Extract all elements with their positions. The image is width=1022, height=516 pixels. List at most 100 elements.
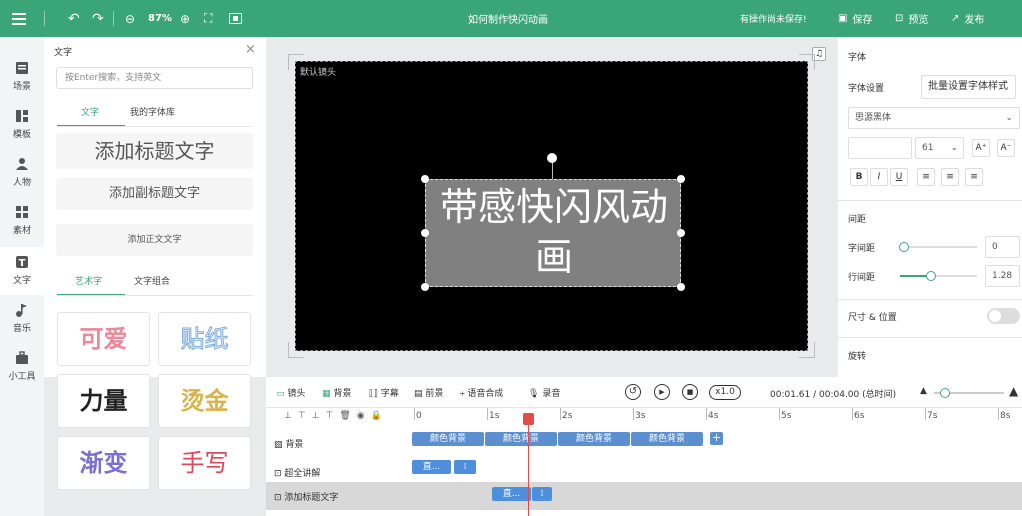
ruler-tick xyxy=(779,408,780,420)
redo-icon[interactable]: ↷ xyxy=(92,0,104,37)
art-text-item[interactable]: 烫金 xyxy=(158,374,251,428)
undo-icon[interactable]: ↶ xyxy=(68,0,80,37)
playhead-handle[interactable] xyxy=(523,413,534,425)
svg-text:T: T xyxy=(19,258,26,269)
close-icon[interactable]: × xyxy=(245,42,256,57)
nav-material[interactable]: 素材 xyxy=(0,197,44,245)
resize-handle[interactable] xyxy=(421,283,429,291)
resize-handle[interactable] xyxy=(677,175,685,183)
tab-text-combo[interactable]: 文字组合 xyxy=(134,274,170,287)
background-clip[interactable]: 颜色背景 xyxy=(631,432,703,446)
color-picker[interactable] xyxy=(848,137,912,159)
text-clip[interactable]: 直... xyxy=(412,460,451,474)
resize-handle[interactable] xyxy=(677,283,685,291)
tool-record[interactable]: 🎙 录音 xyxy=(528,386,560,399)
tool-tts[interactable]: ⧾ 语音合成 xyxy=(460,386,503,399)
underline-button[interactable]: U xyxy=(890,168,908,186)
track-name: ⊡ 超全讲解 xyxy=(274,469,321,479)
ruler-label: 0 xyxy=(416,411,422,421)
ruler-label: 8s xyxy=(1000,411,1011,421)
art-text-item[interactable]: 贴纸 xyxy=(158,312,251,366)
tool-camera[interactable]: ▭ 镜头 xyxy=(276,386,305,399)
align-right-button[interactable]: ≡ xyxy=(965,168,983,186)
background-clip[interactable]: 颜色背景 xyxy=(412,432,484,446)
clip-tail[interactable]: ⁞ xyxy=(532,487,552,501)
canvas[interactable]: 默认镜头 带感快闪风动画 xyxy=(288,54,815,358)
tab-text[interactable]: 文字 xyxy=(81,105,99,118)
track-row[interactable]: ⊡ 添加标题文字 xyxy=(266,482,1022,510)
zoom-large-icon[interactable]: ▲ xyxy=(1009,384,1018,398)
char-spacing-slider[interactable] xyxy=(898,242,977,252)
track-tools-icons[interactable]: ⊥⊤⊥⊤🗑◉🔒 xyxy=(284,411,388,421)
italic-button[interactable]: I xyxy=(870,168,888,186)
zoom-in-icon[interactable]: ⊕ xyxy=(180,0,190,37)
subtitle-icon: ⟦⟧ xyxy=(369,389,378,399)
preview-button[interactable]: ⊡ 预览 xyxy=(895,0,928,37)
ruler-label: 5s xyxy=(781,411,792,421)
font-size-select[interactable]: 61 ⌄ xyxy=(915,137,964,159)
add-clip-button[interactable]: + xyxy=(710,432,723,445)
resize-handle[interactable] xyxy=(421,229,429,237)
time-display: 00:01.61 / 00:04.00 (总时间) xyxy=(770,390,897,400)
top-bar: ↶ ↷ ⊖ 87% ⊕ ⛶ 如何制作快闪动画 有操作尚未保存! ▣ 保存 ⊡ 预览 … xyxy=(0,0,1022,37)
size-position-toggle[interactable] xyxy=(987,308,1020,324)
bold-button[interactable]: B xyxy=(850,168,868,186)
char-spacing-input[interactable]: 0 xyxy=(985,236,1020,258)
play-icon[interactable]: ▶ xyxy=(654,384,670,400)
tool-background[interactable]: ▦ 背景 xyxy=(322,386,351,399)
ruler-label: 4s xyxy=(708,411,719,421)
nav-text[interactable]: T 文字 xyxy=(0,247,44,295)
publish-button[interactable]: ↗ 发布 xyxy=(951,0,984,37)
background-clip[interactable]: 颜色背景 xyxy=(558,432,630,446)
line-spacing-input[interactable]: 1.28 xyxy=(985,265,1020,287)
nav-template[interactable]: 模板 xyxy=(0,101,44,149)
save-button[interactable]: ▣ 保存 xyxy=(838,0,872,37)
resize-handle[interactable] xyxy=(421,175,429,183)
playhead[interactable] xyxy=(528,413,529,516)
art-text-item[interactable]: 手写 xyxy=(158,436,251,490)
zoom-out-icon[interactable]: ⊖ xyxy=(125,0,135,37)
search-input[interactable]: 按Enter搜索，支持英文 xyxy=(56,67,253,89)
nav-toolbox[interactable]: 小工具 xyxy=(0,343,44,391)
rotate-handle[interactable] xyxy=(547,153,557,163)
replay-icon[interactable]: ↺ xyxy=(625,384,641,400)
batch-font-style-button[interactable]: 批量设置字体样式 xyxy=(921,75,1016,99)
stop-icon[interactable]: ■ xyxy=(682,384,698,400)
add-title-text-button[interactable]: 添加标题文字 xyxy=(56,133,253,169)
speed-button[interactable]: x1.0 xyxy=(709,385,741,400)
align-left-button[interactable]: ≡ xyxy=(917,168,935,186)
decrease-font-button[interactable]: A⁻ xyxy=(997,139,1015,157)
tool-foreground[interactable]: ▤ 前景 xyxy=(414,386,443,399)
nav-scene[interactable]: 场景 xyxy=(0,53,44,101)
music-icon xyxy=(16,304,27,317)
line-spacing-slider[interactable] xyxy=(900,271,977,281)
zoom-level: 87% xyxy=(148,13,172,24)
art-text-item[interactable]: 可爱 xyxy=(57,312,150,366)
tool-subtitle[interactable]: ⟦⟧ 字幕 xyxy=(369,386,399,399)
art-text-item[interactable]: 力量 xyxy=(57,374,150,428)
add-body-text-button[interactable]: 添加正文文字 xyxy=(56,224,253,256)
increase-font-button[interactable]: A⁺ xyxy=(972,139,990,157)
clip-tail[interactable]: ⁞ xyxy=(454,460,476,474)
align-center-button[interactable]: ≡ xyxy=(941,168,959,186)
menu-icon[interactable] xyxy=(12,0,26,37)
tts-icon: ⧾ xyxy=(460,389,465,399)
nav-person[interactable]: 人物 xyxy=(0,149,44,197)
art-text-item[interactable]: 渐变 xyxy=(57,436,150,490)
zoom-small-icon[interactable]: ▲ xyxy=(920,386,927,396)
text-icon: T xyxy=(16,256,28,269)
fullscreen-icon[interactable] xyxy=(229,0,242,37)
timeline-zoom-slider[interactable] xyxy=(934,388,1004,398)
text-box[interactable]: 带感快闪风动画 xyxy=(425,179,681,287)
slider-handle[interactable] xyxy=(925,271,936,281)
background-clip[interactable]: 颜色背景 xyxy=(485,432,557,446)
tab-art-text[interactable]: 艺术字 xyxy=(75,274,102,287)
slider-handle[interactable] xyxy=(898,242,909,252)
tab-my-fonts[interactable]: 我的字体库 xyxy=(130,105,175,118)
resize-handle[interactable] xyxy=(677,229,685,237)
nav-music[interactable]: 音乐 xyxy=(0,295,44,343)
text-clip[interactable]: 直... xyxy=(492,487,531,501)
font-family-select[interactable]: 思源黑体 ⌄ xyxy=(848,107,1020,129)
fit-screen-icon[interactable]: ⛶ xyxy=(204,0,212,37)
add-subtitle-text-button[interactable]: 添加副标题文字 xyxy=(56,178,253,210)
